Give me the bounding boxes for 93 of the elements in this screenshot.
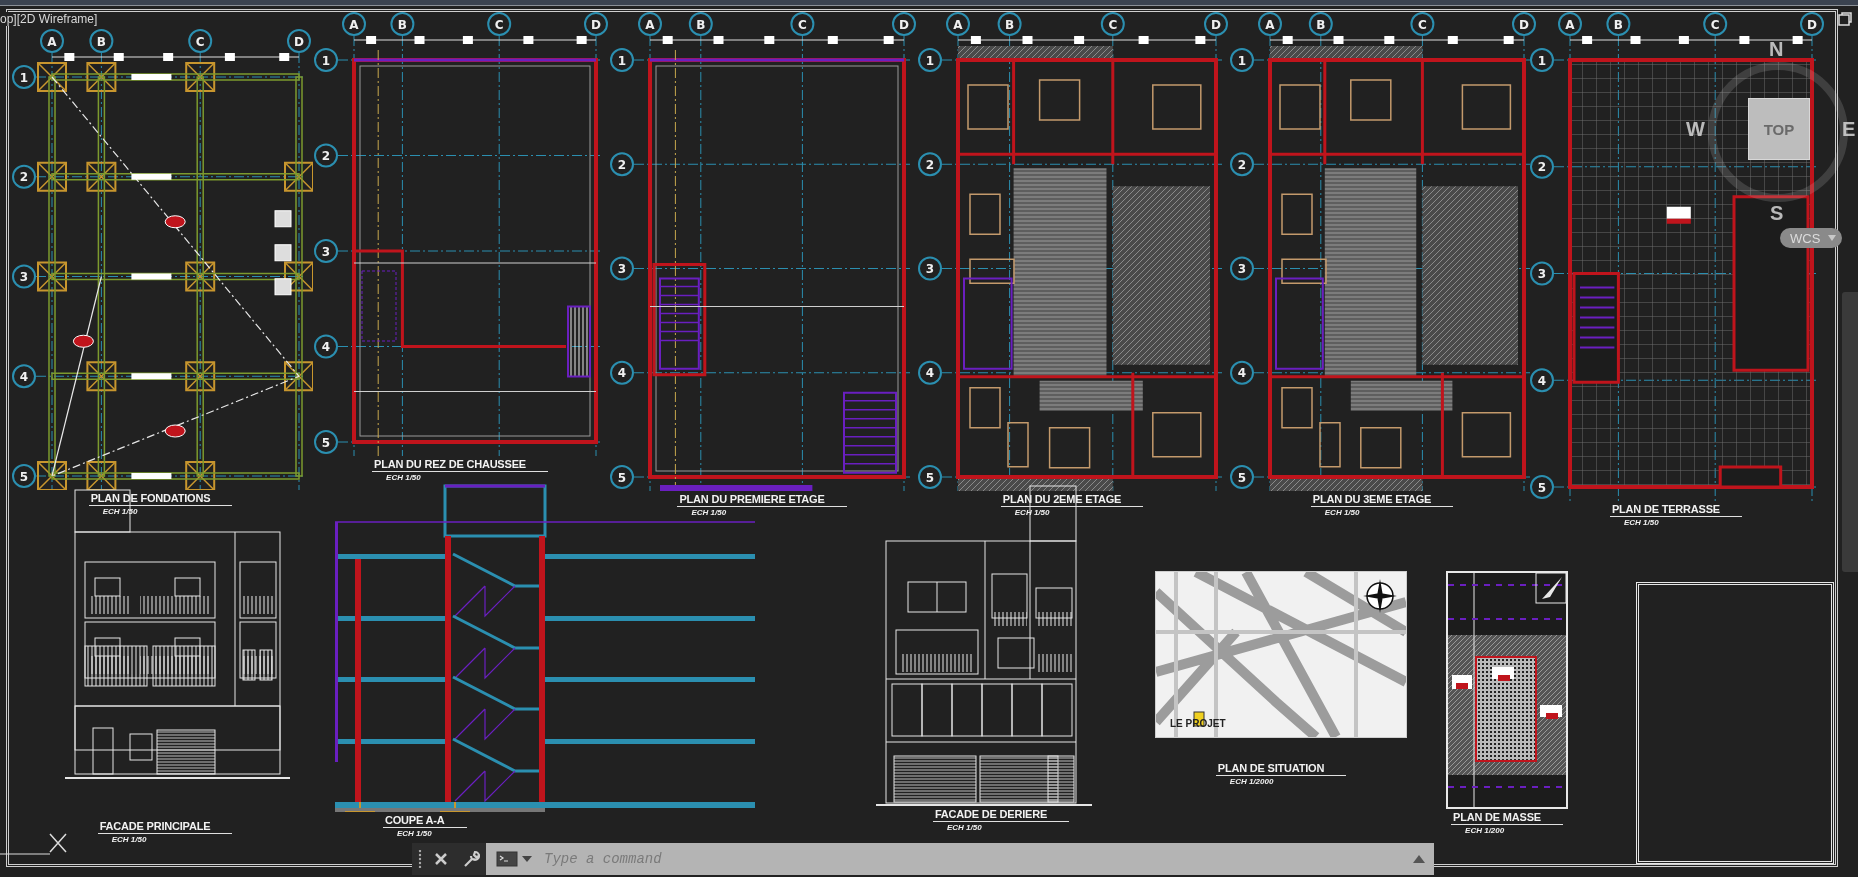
grid-bubble: D — [1204, 12, 1228, 36]
drawing-scale: ECH 1/50 — [111, 835, 147, 844]
grid-bubble: C — [1703, 12, 1728, 36]
drawing-scale: ECH 1/50 — [1324, 508, 1360, 517]
grid-bubble: 2 — [610, 152, 634, 177]
grid-bubble: 3 — [918, 256, 942, 281]
drawing-scale: ECH 1/50 — [1623, 518, 1659, 527]
grid-bubble: 5 — [314, 430, 338, 454]
drawing-title: COUPE A-A — [383, 814, 467, 828]
grid-bubble: 1 — [1230, 48, 1254, 72]
grid-bubble: C — [188, 29, 213, 53]
compass-west[interactable]: W — [1686, 118, 1705, 141]
grid-bubble: B — [89, 29, 114, 53]
grid-bubble: A — [638, 12, 662, 36]
grid-bubble: 3 — [610, 256, 634, 281]
grid-bubble: B — [688, 12, 713, 36]
grid-bubble: 1 — [314, 48, 338, 72]
grid-bubble: 2 — [12, 164, 36, 189]
command-history-button[interactable] — [486, 843, 538, 875]
drawing-title: PLAN DE SITUATION — [1215, 762, 1347, 776]
drawing-title: PLAN DU PREMIERE ETAGE — [677, 493, 847, 507]
wrench-icon — [462, 850, 480, 868]
grid-bubble: 5 — [12, 464, 36, 488]
grid-bubble: 2 — [918, 152, 942, 177]
grid-bubble: C — [487, 12, 512, 36]
grid-bubble: 1 — [12, 65, 36, 89]
up-caret-icon — [1413, 855, 1425, 863]
grid-bubble: 3 — [1530, 261, 1554, 286]
grid-bubble: 4 — [610, 360, 634, 385]
expand-button[interactable] — [1404, 843, 1434, 875]
grid-bubble: 4 — [918, 360, 942, 385]
grid-bubble: A — [946, 12, 970, 36]
grid-bubble: B — [390, 12, 415, 36]
command-input[interactable]: Type a command — [538, 843, 1404, 875]
grid-bubble: A — [1258, 12, 1282, 36]
drawing-scale: ECH 1/50 — [691, 508, 727, 517]
drawing-title: PLAN DE TERRASSE — [1609, 503, 1742, 517]
grid-bubble: A — [40, 29, 64, 53]
drawing-title: PLAN DE FONDATIONS — [88, 492, 233, 506]
drawing-title: FACADE PRINCIPALE — [97, 820, 233, 834]
grid-bubble: 5 — [918, 465, 942, 489]
grip-icon[interactable] — [418, 850, 422, 868]
grid-bubble: 5 — [1230, 465, 1254, 489]
grid-bubble: 2 — [1530, 154, 1554, 179]
grid-bubble: A — [1558, 12, 1582, 36]
drawing-title: PLAN DU 3EME ETAGE — [1310, 493, 1454, 507]
grid-bubble: 4 — [12, 364, 36, 389]
grid-bubble: 2 — [314, 143, 338, 168]
grid-bubble: 4 — [314, 334, 338, 359]
grid-bubble: 4 — [1530, 368, 1554, 393]
grid-bubble: D — [1800, 12, 1824, 36]
grid-bubble: D — [892, 12, 916, 36]
caret-icon — [1828, 235, 1837, 241]
map-label: LE PROJET — [1170, 718, 1226, 729]
compass-east[interactable]: E — [1842, 118, 1856, 141]
grid-bubble: 2 — [1230, 152, 1254, 177]
drawing-scale: ECH 1/50 — [946, 823, 982, 832]
grid-bubble: 5 — [610, 465, 634, 489]
grid-bubble: 1 — [918, 48, 942, 72]
grid-bubble: B — [1606, 12, 1631, 36]
drawing-scale: ECH 1/50 — [386, 473, 421, 482]
caret-icon — [522, 856, 532, 862]
grid-bubble: D — [1512, 12, 1536, 36]
drawing-scale: ECH 1/50 — [102, 507, 138, 516]
viewport-label[interactable]: op][2D Wireframe] — [0, 12, 100, 26]
grid-bubble: 1 — [1530, 48, 1554, 72]
grid-bubble: B — [997, 12, 1022, 36]
maximize-icon[interactable] — [1838, 12, 1852, 26]
drawing-scale: ECH 1/50 — [397, 829, 432, 838]
grid-bubble: 3 — [314, 239, 338, 263]
drawing-title: PLAN DU 2EME ETAGE — [1000, 493, 1144, 507]
drawing-scale: ECH 1/2000 — [1229, 777, 1274, 786]
grid-bubble: 1 — [610, 48, 634, 72]
terminal-icon — [496, 851, 518, 867]
drawing-scale: ECH 1/50 — [1014, 508, 1050, 517]
compass-south[interactable]: S — [1770, 202, 1784, 225]
drawing-title: PLAN DU REZ DE CHAUSSEE — [372, 458, 548, 472]
grid-bubble: C — [1100, 12, 1125, 36]
grid-bubble: D — [584, 12, 608, 36]
grid-bubble: 3 — [12, 264, 36, 289]
grid-bubble: C — [1410, 12, 1435, 36]
grid-bubble: A — [342, 12, 366, 36]
grid-bubble: 3 — [1230, 256, 1254, 281]
grid-bubble: D — [287, 29, 311, 53]
drawing-scale: ECH 1/200 — [1465, 826, 1505, 835]
grid-bubble: C — [790, 12, 815, 36]
grid-bubble: 5 — [1530, 475, 1554, 499]
drawing-title: PLAN DE MASSE — [1451, 811, 1563, 825]
grid-bubble: B — [1308, 12, 1333, 36]
drawing-title: FACADE DE DERIERE — [932, 808, 1070, 822]
close-icon — [434, 852, 448, 866]
compass-north[interactable]: N — [1769, 38, 1784, 61]
grid-bubble: 4 — [1230, 360, 1254, 385]
